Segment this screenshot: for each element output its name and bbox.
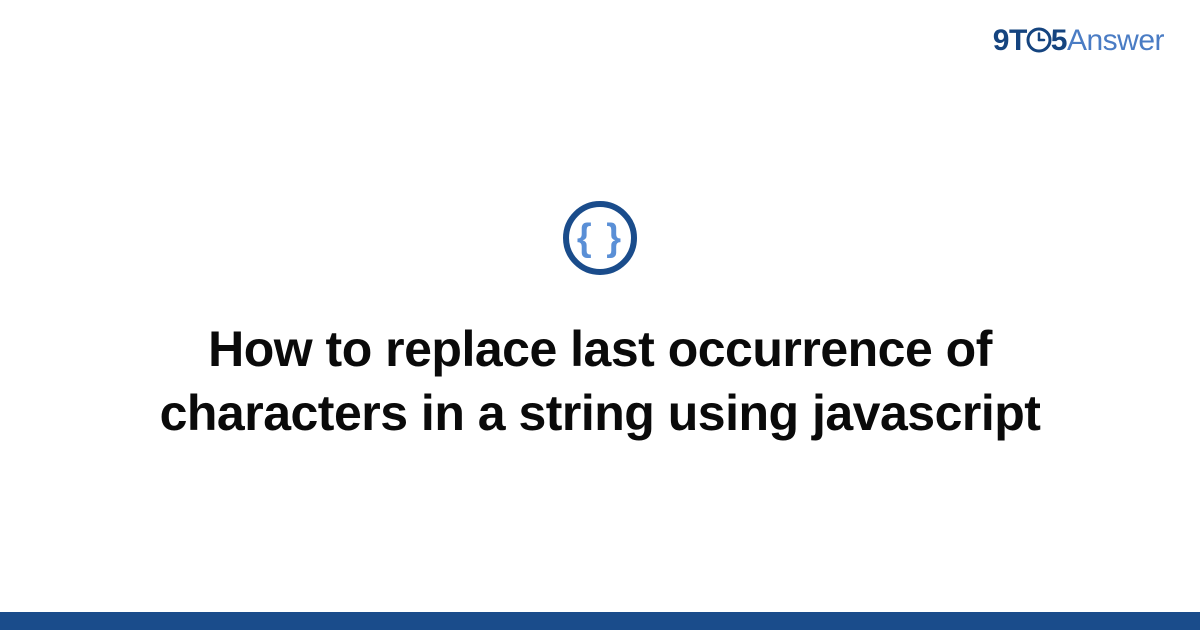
content-area: { } How to replace last occurrence of ch… [0, 0, 1200, 612]
footer-bar [0, 612, 1200, 630]
braces-icon: { } [577, 219, 623, 257]
page-title: How to replace last occurrence of charac… [80, 317, 1120, 445]
category-badge: { } [563, 201, 637, 275]
